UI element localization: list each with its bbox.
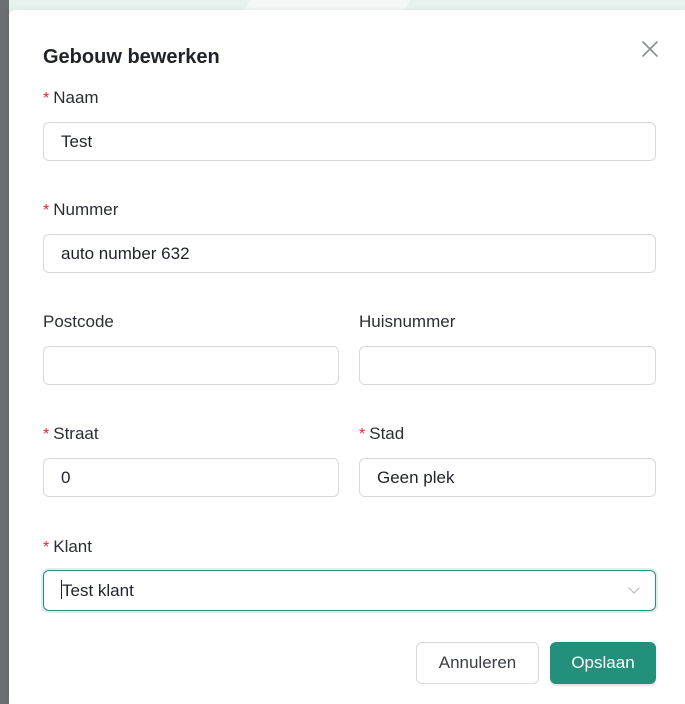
straat-value: 0 [61,468,71,487]
stad-value: Geen plek [377,468,455,487]
required-mark: * [43,202,50,219]
huisnummer-label: Huisnummer [359,312,456,331]
klant-label: * Klant [43,537,92,556]
straat-label: * Straat [43,424,99,443]
edit-building-modal: Gebouw bewerken * Naam Test * Nummer auto … [9,10,685,704]
required-mark: * [43,90,50,107]
modal-title: Gebouw bewerken [43,46,220,68]
naam-label: * Naam [43,88,99,107]
postcode-label: Postcode [43,312,114,331]
page-edge [0,0,9,704]
close-button[interactable] [639,38,661,60]
klant-value: Test klant [62,581,134,600]
stad-label: * Stad [359,424,405,443]
chevron-down-icon [628,587,640,594]
naam-value: Test [61,132,93,151]
nummer-value: auto number 632 [61,244,190,263]
stad-input[interactable]: Geen plek [359,458,656,497]
klant-select[interactable]: Test klant [43,570,656,611]
close-icon [642,41,658,57]
cancel-button[interactable]: Annuleren [416,642,539,684]
nummer-label: * Nummer [43,200,119,219]
save-button[interactable]: Opslaan [550,642,656,684]
postcode-input[interactable] [43,346,339,385]
required-mark: * [43,426,50,443]
straat-input[interactable]: 0 [43,458,339,497]
huisnummer-input[interactable] [359,346,656,385]
select-toggle[interactable] [627,583,641,597]
required-mark: * [359,426,366,443]
naam-input[interactable]: Test [43,122,656,161]
required-mark: * [43,539,50,556]
nummer-input[interactable]: auto number 632 [43,234,656,273]
